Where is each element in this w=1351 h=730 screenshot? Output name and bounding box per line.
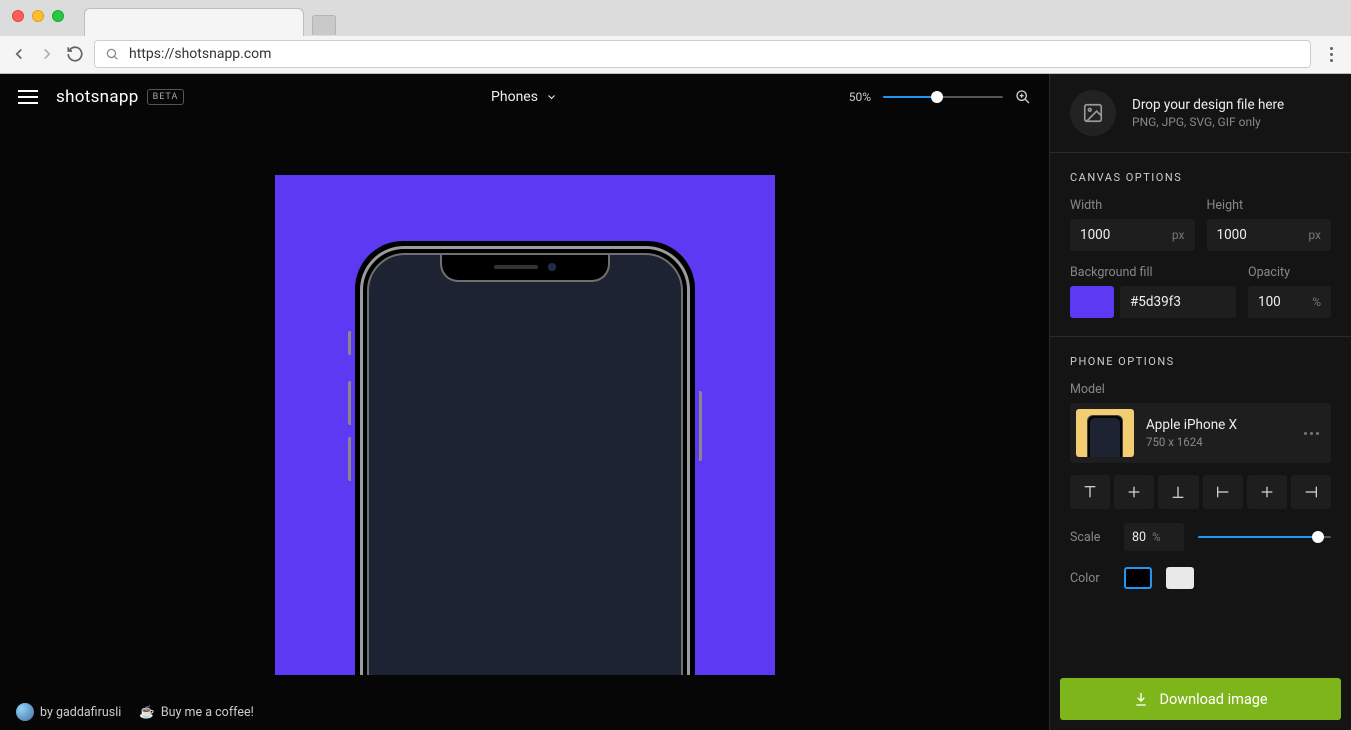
secure-icon (105, 47, 119, 61)
opacity-value[interactable] (1258, 294, 1312, 310)
model-more-icon[interactable] (1304, 432, 1319, 435)
model-dimensions: 750 x 1624 (1146, 435, 1237, 449)
app-root: shotsnapp BETA Phones 50% (0, 74, 1351, 730)
bgfill-hex-input[interactable] (1120, 286, 1236, 318)
window-maximize-button[interactable] (52, 10, 64, 22)
new-tab-button[interactable] (312, 15, 336, 35)
download-label: Download image (1159, 691, 1267, 708)
camera-icon (548, 263, 556, 271)
menu-button[interactable] (18, 90, 38, 104)
browser-tab[interactable] (84, 8, 304, 36)
phone-options-section: PHONE OPTIONS Model Apple iPhone X 750 x… (1050, 337, 1351, 607)
align-hcenter-button[interactable] (1247, 475, 1287, 509)
color-label: Color (1070, 571, 1110, 586)
reload-button[interactable] (66, 45, 84, 63)
color-option-black[interactable] (1124, 567, 1152, 589)
author-link[interactable]: by gaddafirusli (16, 703, 121, 721)
browser-more-button[interactable] (1321, 43, 1341, 66)
image-icon (1070, 90, 1116, 136)
options-sidebar: Drop your design file here PNG, JPG, SVG… (1049, 74, 1351, 730)
opacity-input[interactable]: % (1248, 286, 1331, 318)
back-button[interactable] (10, 45, 28, 63)
scale-unit: % (1152, 530, 1160, 544)
scale-input[interactable]: 80 % (1124, 523, 1184, 551)
scale-label: Scale (1070, 530, 1110, 545)
phone-volume-down (348, 437, 351, 481)
coffee-icon: ☕ (139, 705, 155, 720)
speaker-icon (494, 265, 538, 269)
model-label: Model (1070, 382, 1331, 397)
phone-mockup[interactable] (355, 241, 695, 675)
drop-zone[interactable]: Drop your design file here PNG, JPG, SVG… (1050, 74, 1351, 153)
color-option-white[interactable] (1166, 567, 1194, 589)
browser-tab-row (0, 0, 1351, 36)
footer: by gaddafirusli ☕ Buy me a coffee! (0, 694, 270, 730)
height-input[interactable]: px (1207, 219, 1332, 251)
width-value[interactable] (1080, 227, 1172, 243)
align-right-button[interactable] (1291, 475, 1331, 509)
height-value[interactable] (1217, 227, 1309, 243)
scale-slider[interactable] (1198, 535, 1331, 539)
drop-subtitle: PNG, JPG, SVG, GIF only (1132, 115, 1284, 129)
zoom-in-icon[interactable] (1015, 89, 1031, 105)
opacity-label: Opacity (1248, 265, 1331, 280)
top-bar: shotsnapp BETA Phones 50% (0, 74, 1049, 120)
window-minimize-button[interactable] (32, 10, 44, 22)
phone-section-title: PHONE OPTIONS (1070, 355, 1331, 368)
browser-chrome: https://shotsnapp.com (0, 0, 1351, 74)
scale-value: 80 (1132, 530, 1146, 545)
forward-button[interactable] (38, 45, 56, 63)
brand-name: shotsnapp (56, 87, 139, 107)
author-avatar-icon (16, 703, 34, 721)
width-input[interactable]: px (1070, 219, 1195, 251)
coffee-text: Buy me a coffee! (161, 705, 254, 720)
canvas-viewport[interactable] (0, 120, 1049, 730)
coffee-link[interactable]: ☕ Buy me a coffee! (139, 705, 254, 720)
phone-notch (440, 254, 610, 282)
phone-power-button (699, 391, 702, 461)
main-area: shotsnapp BETA Phones 50% (0, 74, 1049, 730)
bgfill-swatch[interactable] (1070, 286, 1114, 318)
align-left-button[interactable] (1203, 475, 1243, 509)
zoom-value: 50% (849, 90, 871, 104)
bgfill-label: Background fill (1070, 265, 1236, 280)
align-top-button[interactable] (1070, 475, 1110, 509)
width-unit: px (1172, 228, 1185, 242)
align-bottom-button[interactable] (1158, 475, 1198, 509)
canvas-background (275, 175, 775, 675)
canvas-options-section: CANVAS OPTIONS Width px Height px (1050, 153, 1351, 337)
drop-title: Drop your design file here (1132, 97, 1284, 113)
model-selector[interactable]: Apple iPhone X 750 x 1624 (1070, 403, 1331, 463)
zoom-controls: 50% (849, 89, 1031, 105)
height-unit: px (1308, 228, 1321, 242)
download-icon (1133, 691, 1149, 707)
url-text: https://shotsnapp.com (129, 46, 271, 62)
align-vcenter-button[interactable] (1114, 475, 1154, 509)
width-label: Width (1070, 198, 1195, 213)
alignment-buttons (1070, 475, 1331, 509)
scale-row: Scale 80 % (1070, 523, 1331, 551)
phone-volume-up (348, 381, 351, 425)
height-label: Height (1207, 198, 1332, 213)
model-thumbnail (1076, 409, 1134, 457)
browser-nav-row: https://shotsnapp.com (0, 36, 1351, 73)
canvas-section-title: CANVAS OPTIONS (1070, 171, 1331, 184)
phone-mute-switch (348, 331, 351, 355)
category-dropdown[interactable]: Phones (491, 89, 558, 105)
window-close-button[interactable] (12, 10, 24, 22)
download-button[interactable]: Download image (1060, 678, 1341, 720)
category-label: Phones (491, 89, 538, 105)
beta-badge: BETA (147, 89, 185, 105)
color-row: Color (1070, 567, 1331, 589)
url-bar[interactable]: https://shotsnapp.com (94, 40, 1311, 68)
zoom-slider[interactable] (883, 95, 1003, 99)
author-text: by gaddafirusli (40, 705, 121, 720)
window-controls (12, 10, 64, 22)
model-name: Apple iPhone X (1146, 417, 1237, 433)
opacity-unit: % (1312, 295, 1321, 309)
chevron-down-icon (546, 91, 558, 103)
bgfill-hex-value[interactable] (1130, 294, 1226, 310)
